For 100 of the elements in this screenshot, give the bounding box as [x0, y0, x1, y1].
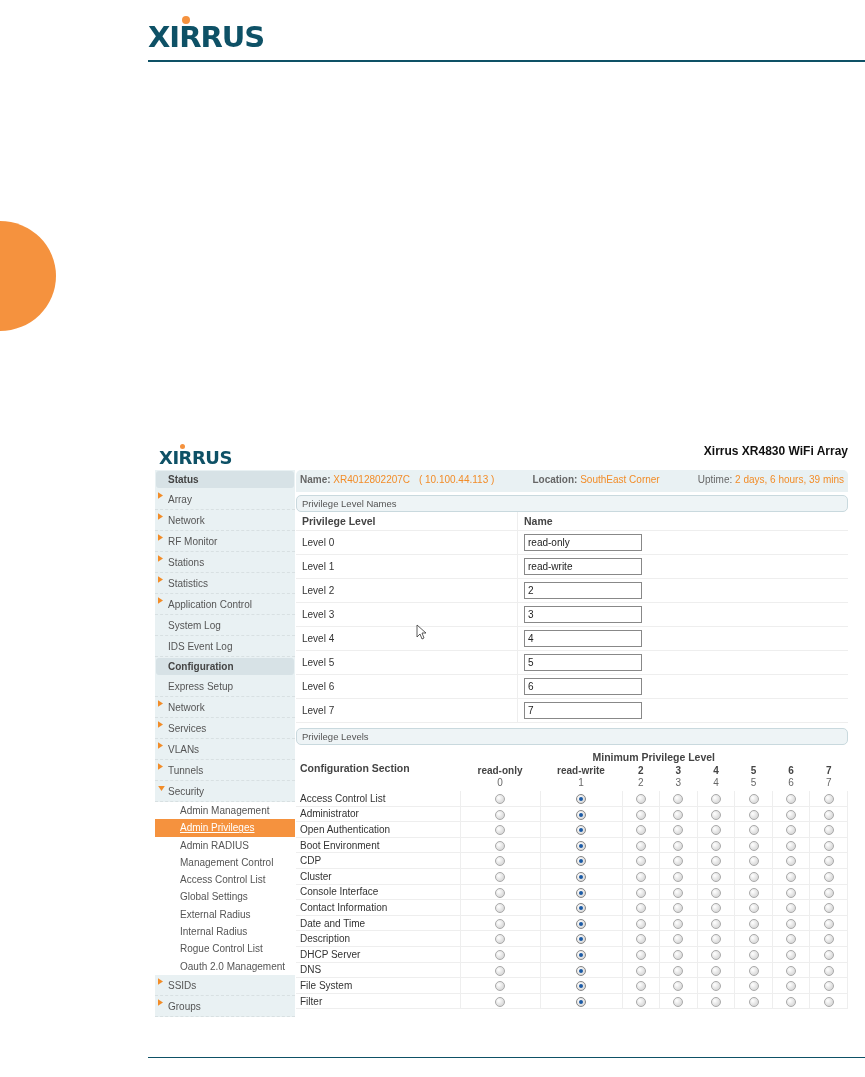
radio-button[interactable] [673, 996, 684, 1007]
radio-button[interactable] [495, 965, 505, 976]
radio-button[interactable] [786, 918, 797, 929]
radio-button[interactable] [495, 996, 505, 1007]
radio-button[interactable] [748, 918, 759, 929]
radio-button[interactable] [710, 981, 721, 992]
radio-button[interactable] [673, 887, 684, 898]
input-field[interactable]: 3 [524, 606, 642, 623]
sidebar-item[interactable]: Groups [155, 995, 295, 1017]
radio-button[interactable] [823, 871, 834, 882]
radio-button[interactable] [710, 934, 721, 945]
input-field[interactable]: 2 [524, 582, 642, 599]
radio-button[interactable] [673, 825, 684, 836]
radio-button[interactable] [576, 918, 586, 929]
radio-button[interactable] [748, 809, 759, 820]
radio-button[interactable] [673, 965, 684, 976]
sidebar-item[interactable]: IDS Event Log [155, 636, 295, 657]
radio-button[interactable] [635, 856, 646, 867]
sidebar-item[interactable]: Express Setup [155, 676, 295, 697]
radio-button[interactable] [786, 981, 797, 992]
radio-button[interactable] [673, 809, 684, 820]
radio-button[interactable] [635, 809, 646, 820]
radio-button[interactable] [710, 996, 721, 1007]
radio-button[interactable] [673, 949, 684, 960]
radio-button[interactable] [495, 793, 505, 804]
radio-button[interactable] [823, 949, 834, 960]
radio-button[interactable] [710, 809, 721, 820]
radio-button[interactable] [823, 793, 834, 804]
input-field[interactable]: read-write [524, 558, 642, 575]
sidebar-item[interactable]: Network [155, 510, 295, 531]
input-field[interactable]: read-only [524, 534, 642, 551]
sidebar-subitem[interactable]: Admin Management [155, 802, 295, 820]
radio-button[interactable] [673, 918, 684, 929]
radio-button[interactable] [823, 934, 834, 945]
radio-button[interactable] [635, 981, 646, 992]
input-field[interactable]: 5 [524, 654, 642, 671]
radio-button[interactable] [823, 965, 834, 976]
radio-button[interactable] [710, 965, 721, 976]
radio-button[interactable] [786, 949, 797, 960]
radio-button[interactable] [495, 840, 505, 851]
sidebar-item[interactable]: Application Control [155, 594, 295, 615]
radio-button[interactable] [823, 840, 834, 851]
radio-button[interactable] [748, 825, 759, 836]
radio-button[interactable] [823, 809, 834, 820]
radio-button[interactable] [576, 949, 586, 960]
radio-button[interactable] [576, 840, 586, 851]
radio-button[interactable] [748, 949, 759, 960]
radio-button[interactable] [635, 887, 646, 898]
radio-button[interactable] [748, 965, 759, 976]
input-field[interactable]: 7 [524, 702, 642, 719]
radio-button[interactable] [576, 793, 586, 804]
input-field[interactable]: 6 [524, 678, 642, 695]
radio-button[interactable] [673, 934, 684, 945]
radio-button[interactable] [748, 996, 759, 1007]
radio-button[interactable] [823, 825, 834, 836]
radio-button[interactable] [576, 981, 586, 992]
radio-button[interactable] [635, 840, 646, 851]
radio-button[interactable] [495, 981, 505, 992]
radio-button[interactable] [748, 793, 759, 804]
radio-button[interactable] [635, 825, 646, 836]
radio-button[interactable] [710, 871, 721, 882]
radio-button[interactable] [673, 903, 684, 914]
radio-button[interactable] [495, 918, 505, 929]
radio-button[interactable] [786, 856, 797, 867]
radio-button[interactable] [748, 840, 759, 851]
radio-button[interactable] [823, 856, 834, 867]
radio-button[interactable] [823, 903, 834, 914]
sidebar-item[interactable]: System Log [155, 615, 295, 636]
radio-button[interactable] [576, 809, 586, 820]
radio-button[interactable] [710, 887, 721, 898]
radio-button[interactable] [786, 965, 797, 976]
sidebar-item[interactable]: Tunnels [155, 760, 295, 781]
radio-button[interactable] [495, 934, 505, 945]
sidebar-item[interactable]: RF Monitor [155, 531, 295, 552]
radio-button[interactable] [823, 918, 834, 929]
radio-button[interactable] [786, 809, 797, 820]
radio-button[interactable] [576, 996, 586, 1007]
radio-button[interactable] [635, 965, 646, 976]
radio-button[interactable] [748, 887, 759, 898]
radio-button[interactable] [635, 793, 646, 804]
sidebar-item[interactable]: Array [155, 489, 295, 510]
radio-button[interactable] [495, 856, 505, 867]
radio-button[interactable] [635, 949, 646, 960]
radio-button[interactable] [748, 856, 759, 867]
radio-button[interactable] [576, 825, 586, 836]
radio-button[interactable] [710, 856, 721, 867]
sidebar-subitem[interactable]: Access Control List [155, 871, 295, 889]
sidebar-subitem[interactable]: Global Settings [155, 888, 295, 906]
sidebar-item[interactable]: Statistics [155, 573, 295, 594]
radio-button[interactable] [635, 996, 646, 1007]
sidebar-subitem[interactable]: Rogue Control List [155, 940, 295, 958]
radio-button[interactable] [823, 996, 834, 1007]
radio-button[interactable] [495, 871, 505, 882]
radio-button[interactable] [495, 949, 505, 960]
radio-button[interactable] [786, 996, 797, 1007]
radio-button[interactable] [673, 871, 684, 882]
radio-button[interactable] [748, 871, 759, 882]
radio-button[interactable] [635, 871, 646, 882]
radio-button[interactable] [576, 934, 586, 945]
sidebar-item[interactable]: Services [155, 718, 295, 739]
